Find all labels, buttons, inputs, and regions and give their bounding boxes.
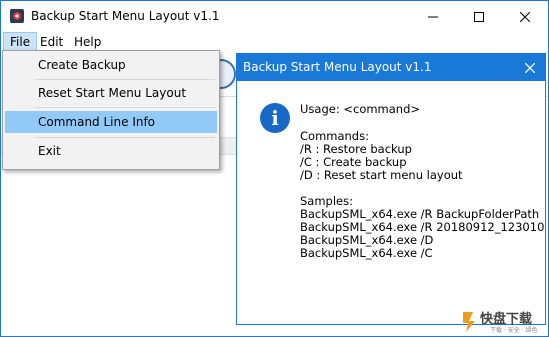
menu-help[interactable]: Help (68, 32, 107, 52)
menu-bar: File Edit Help (1, 32, 548, 52)
close-button[interactable] (502, 1, 548, 32)
app-icon (10, 9, 24, 23)
file-menu-dropdown: Create Backup Reset Start Menu Layout Co… (2, 50, 220, 170)
command-line: /D : Reset start menu layout (300, 168, 463, 182)
svg-text:快盘下载: 快盘下载 (480, 311, 532, 327)
dialog-close-button[interactable] (515, 54, 545, 81)
menu-item-reset-layout[interactable]: Reset Start Menu Layout (5, 82, 217, 104)
menu-item-create-backup[interactable]: Create Backup (5, 54, 217, 76)
watermark-logo: 快盘下载 下载 · 安全 · 绿色 (463, 311, 537, 334)
svg-text:下载 · 安全 · 绿色: 下载 · 安全 · 绿色 (490, 326, 537, 334)
sample-line: BackupSML_x64.exe /C (300, 246, 433, 260)
maximize-button[interactable] (456, 1, 502, 32)
minimize-icon (428, 16, 438, 17)
menu-file[interactable]: File (3, 32, 38, 52)
info-dialog: Backup Start Menu Layout v1.1 i Usage: <… (236, 53, 546, 325)
info-icon: i (260, 103, 290, 133)
dialog-title-bar[interactable]: Backup Start Menu Layout v1.1 (237, 54, 545, 81)
menu-separator (35, 79, 215, 80)
window-title: Backup Start Menu Layout v1.1 (31, 9, 220, 23)
maximize-icon (474, 11, 484, 22)
usage-text: Usage: <command> (300, 102, 421, 116)
menu-separator (35, 137, 215, 138)
menu-separator (35, 107, 215, 108)
close-icon (525, 62, 535, 73)
menu-item-exit[interactable]: Exit (5, 140, 217, 162)
dialog-title: Backup Start Menu Layout v1.1 (243, 60, 432, 74)
minimize-button[interactable] (410, 1, 456, 32)
menu-edit[interactable]: Edit (34, 32, 69, 52)
title-bar[interactable]: Backup Start Menu Layout v1.1 (1, 1, 548, 32)
close-icon (520, 11, 530, 22)
menu-item-command-line-info[interactable]: Command Line Info (5, 111, 217, 133)
